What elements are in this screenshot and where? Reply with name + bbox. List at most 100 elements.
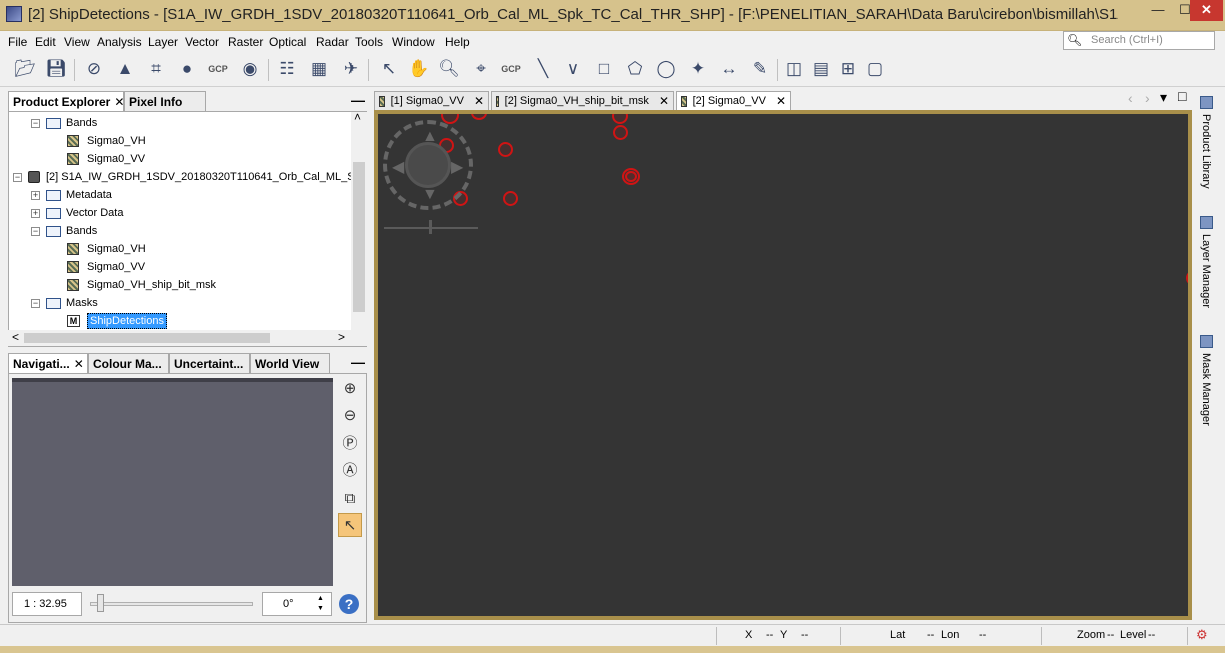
close-icon[interactable]: ✕ — [776, 94, 786, 108]
menu-optical[interactable]: Optical — [269, 35, 306, 49]
product-library-icon[interactable] — [1200, 96, 1213, 109]
tree-item-band[interactable]: Sigma0_VH — [67, 132, 146, 150]
tab-document-3[interactable]: [2] Sigma0_VV ✕ — [676, 91, 791, 110]
ship-detection-marker[interactable] — [471, 114, 487, 120]
tab-colour-manipulation[interactable]: Colour Ma... — [88, 353, 169, 373]
image-view-icon[interactable]: ▲ — [112, 57, 138, 81]
polyline-tool-icon[interactable]: ∨ — [560, 57, 586, 81]
ship-detection-marker[interactable] — [503, 191, 518, 206]
menu-window[interactable]: Window — [392, 35, 435, 49]
tile-horizontal-icon[interactable]: ◫ — [781, 57, 807, 81]
ship-detection-marker[interactable] — [612, 114, 628, 124]
tile-evenly-icon[interactable]: ▢ — [862, 57, 888, 81]
collapse-icon[interactable]: − — [31, 226, 40, 236]
close-icon[interactable]: ✕ — [659, 94, 669, 108]
batch-processing-icon[interactable]: ▦ — [306, 57, 332, 81]
close-icon[interactable]: ✕ — [114, 95, 123, 109]
minimize-panel-button[interactable]: — — [351, 92, 365, 108]
ship-detection-marker[interactable] — [498, 142, 513, 157]
tab-document-2[interactable]: [2] Sigma0_VH_ship_bit_msk ✕ — [491, 91, 674, 110]
menu-view[interactable]: View — [64, 35, 90, 49]
notifications-icon[interactable]: ⚙ — [1196, 627, 1208, 643]
side-tab-product-library[interactable]: Product Library — [1200, 114, 1212, 189]
collapse-icon[interactable]: − — [13, 172, 22, 182]
tab-world-view[interactable]: World View — [250, 353, 330, 373]
range-finder-icon[interactable]: ↔ — [716, 57, 742, 81]
tree-item-product[interactable]: − [2] S1A_IW_GRDH_1SDV_20180320T110641_Or… — [13, 168, 361, 186]
zoom-slider-handle[interactable] — [429, 220, 432, 234]
scroll-tabs-right-icon[interactable]: › — [1145, 90, 1150, 106]
minimize-button[interactable]: — — [1144, 0, 1172, 21]
tab-product-explorer[interactable]: Product Explorer ✕ — [8, 91, 124, 111]
scroll-up-icon[interactable]: ˄ — [354, 110, 361, 124]
product-library-icon[interactable]: ✈ — [338, 57, 364, 81]
menu-analysis[interactable]: Analysis — [97, 35, 142, 49]
magic-wand-icon[interactable]: ✦ — [685, 57, 711, 81]
graph-builder-icon[interactable]: ☷ — [274, 57, 300, 81]
ship-detection-marker[interactable] — [1186, 270, 1188, 286]
tree-item-bands[interactable]: − Bands — [31, 222, 97, 240]
menu-vector[interactable]: Vector — [185, 35, 219, 49]
side-tab-layer-manager[interactable]: Layer Manager — [1200, 234, 1212, 308]
tree-item-bands[interactable]: − Bands — [31, 114, 97, 132]
tab-list-dropdown-icon[interactable]: ▾ — [1160, 89, 1167, 106]
pan-right-arrow-icon[interactable]: ▶ — [451, 157, 463, 177]
scale-field[interactable]: 1 : 32.95 — [12, 592, 82, 616]
zoom-pixel-icon[interactable]: Ⓟ — [338, 430, 362, 454]
zoom-slider-knob[interactable] — [97, 594, 104, 612]
tree-item-metadata[interactable]: + Metadata — [31, 186, 112, 204]
scroll-thumb[interactable] — [24, 333, 270, 343]
menu-edit[interactable]: Edit — [35, 35, 56, 49]
zoom-slider-track[interactable] — [90, 602, 253, 606]
collapse-icon[interactable]: − — [31, 298, 40, 308]
tree-item-band[interactable]: Sigma0_VV — [67, 150, 145, 168]
pan-tool-icon[interactable]: ✋ — [406, 57, 432, 81]
zoom-tool-icon[interactable]: 🔍︎ — [436, 57, 462, 81]
pin-placing-tool-icon[interactable]: ⌖ — [468, 57, 494, 81]
tab-uncertainty[interactable]: Uncertaint... — [169, 353, 250, 373]
polygon-tool-icon[interactable]: ⬠ — [622, 57, 648, 81]
menu-file[interactable]: File — [8, 35, 27, 49]
tile-grid-icon[interactable]: ⊞ — [835, 57, 861, 81]
explorer-vertical-scrollbar[interactable]: ˄ — [351, 110, 367, 330]
side-tab-mask-manager[interactable]: Mask Manager — [1200, 353, 1212, 426]
menu-help[interactable]: Help — [445, 35, 470, 49]
explorer-horizontal-scrollbar[interactable]: < > — [8, 330, 367, 346]
graticule-icon[interactable]: ⌗ — [143, 57, 169, 81]
zoom-out-icon[interactable]: ⊖ — [338, 403, 362, 427]
tab-document-1[interactable]: [1] Sigma0_VV ✕ — [374, 91, 489, 110]
tree-item-vector-data[interactable]: + Vector Data — [31, 204, 123, 222]
tree-item-mask-selected[interactable]: M ShipDetections — [67, 312, 167, 330]
expand-icon[interactable]: + — [31, 190, 40, 200]
ship-detection-marker[interactable] — [613, 125, 628, 140]
tile-vertical-icon[interactable]: ▤ — [808, 57, 834, 81]
collapse-icon[interactable]: − — [31, 118, 40, 128]
expand-icon[interactable]: + — [31, 208, 40, 218]
close-icon[interactable]: ✕ — [74, 357, 84, 371]
rotation-field[interactable]: 0° ▲ ▼ — [262, 592, 332, 616]
zoom-all-icon[interactable]: Ⓐ — [338, 457, 362, 481]
tab-navigation[interactable]: Navigati... ✕ — [8, 353, 88, 373]
close-button[interactable]: ✕ — [1190, 0, 1223, 21]
save-product-icon[interactable]: 💾︎ — [43, 57, 69, 81]
mask-manager-icon[interactable] — [1200, 335, 1213, 348]
no-data-icon[interactable]: ⊘ — [81, 57, 107, 81]
sync-views-icon[interactable]: ⧉ — [338, 486, 362, 510]
pan-left-arrow-icon[interactable]: ◀ — [392, 157, 404, 177]
navigation-overview[interactable] — [12, 378, 333, 586]
tree-item-masks[interactable]: − Masks — [31, 294, 98, 312]
maximize-view-icon[interactable]: □ — [1178, 88, 1186, 104]
pan-compass-center[interactable] — [405, 142, 451, 188]
menu-layer[interactable]: Layer — [148, 35, 178, 49]
tab-pixel-info[interactable]: Pixel Info — [124, 91, 206, 111]
ship-detection-marker[interactable] — [625, 171, 637, 182]
scroll-thumb[interactable] — [353, 162, 365, 312]
menu-raster[interactable]: Raster — [228, 35, 263, 49]
select-tool-icon[interactable]: ↖ — [376, 57, 402, 81]
sync-cursor-icon[interactable]: ↖ — [338, 513, 362, 537]
search-box[interactable]: 🔍︎ Search (Ctrl+I) — [1063, 31, 1215, 50]
scroll-right-icon[interactable]: > — [338, 330, 345, 344]
scroll-tabs-left-icon[interactable]: ‹ — [1128, 90, 1133, 106]
gcp-manager-icon[interactable]: GCP — [205, 57, 231, 81]
pan-up-arrow-icon[interactable]: ▲ — [422, 128, 438, 146]
